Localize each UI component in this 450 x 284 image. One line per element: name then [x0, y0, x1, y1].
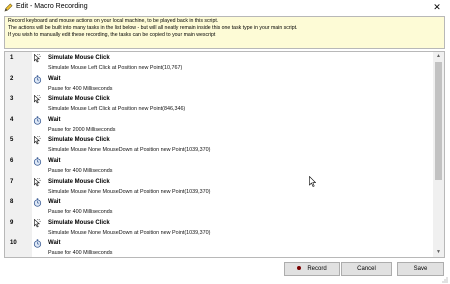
task-title: Wait: [48, 158, 61, 164]
task-title: Simulate Mouse Click: [48, 137, 110, 144]
scroll-up-arrow-icon[interactable]: ▲: [433, 52, 444, 61]
row-number: 5: [10, 137, 14, 144]
row-number: 8: [10, 199, 14, 206]
task-row[interactable]: 1 Simulate Mouse Click Simulate Mouse Left…: [5, 52, 433, 73]
info-panel: Record keyboard and mouse actions on you…: [4, 16, 445, 49]
task-row[interactable]: 6 Wait Pause for 400 Milliseconds: [5, 155, 433, 176]
task-description: Pause for 400 Milliseconds: [48, 209, 113, 216]
mouse-cursor-icon: [33, 177, 42, 187]
close-button[interactable]: ✕: [424, 0, 450, 15]
task-title: Wait: [48, 240, 61, 247]
mouse-pointer-icon: [309, 176, 316, 187]
mouse-cursor-icon: [33, 218, 42, 228]
edit-pencil-icon: [4, 3, 13, 12]
task-row[interactable]: 5 Simulate Mouse Click Simulate Mouse None…: [5, 134, 433, 155]
cancel-button[interactable]: Cancel: [341, 262, 392, 276]
stopwatch-icon: [33, 239, 42, 249]
scroll-down-arrow-icon[interactable]: ▼: [433, 248, 444, 257]
record-dot-icon: [297, 265, 302, 270]
save-button[interactable]: Save: [397, 262, 444, 276]
task-title: Wait: [48, 116, 61, 123]
stopwatch-icon: [33, 198, 42, 207]
task-title: Wait: [48, 199, 61, 206]
task-title: Simulate Mouse Click: [48, 55, 110, 61]
row-number: 1: [10, 55, 14, 61]
task-description: Simulate Mouse None MouseDown at Positio…: [48, 147, 211, 154]
row-number: 10: [10, 240, 17, 247]
mouse-cursor-icon: [33, 94, 42, 104]
task-description: Simulate Mouse None MouseDown at Positio…: [48, 229, 211, 236]
task-row[interactable]: 8 Wait Pause for 400 Milliseconds: [5, 196, 433, 217]
row-number: 9: [10, 219, 14, 226]
record-button-label: Record: [307, 266, 327, 272]
vertical-scrollbar[interactable]: ▲ ▼: [433, 52, 444, 257]
task-row[interactable]: 2 Wait Pause for 400 Milliseconds: [5, 73, 433, 94]
task-description: Simulate Mouse Left Click at Position ne…: [48, 106, 186, 113]
window-title: Edit - Macro Recording: [16, 3, 88, 10]
task-description: Pause for 400 Milliseconds: [48, 85, 113, 92]
task-description: Pause for 400 Milliseconds: [48, 250, 113, 257]
stopwatch-icon: [33, 157, 42, 166]
stopwatch-icon: [33, 74, 42, 84]
info-line: Record keyboard and mouse actions on you…: [8, 18, 219, 24]
mouse-cursor-icon: [33, 136, 42, 145]
stopwatch-icon: [33, 116, 42, 125]
row-number: 2: [10, 75, 14, 82]
task-title: Simulate Mouse Click: [48, 219, 110, 226]
task-description: Simulate Mouse Left Click at Position ne…: [48, 65, 183, 71]
row-number: 6: [10, 158, 14, 164]
resize-grip-icon[interactable]: [440, 275, 448, 283]
task-row[interactable]: 7 Simulate Mouse Click Simulate Mouse None…: [5, 176, 433, 197]
task-title: Simulate Mouse Click: [48, 178, 110, 185]
mouse-cursor-icon: [33, 53, 42, 63]
record-button[interactable]: Record: [284, 262, 340, 276]
task-title: Simulate Mouse Click: [48, 96, 110, 103]
task-title: Wait: [48, 75, 61, 82]
scrollbar-thumb[interactable]: [435, 62, 442, 180]
task-description: Simulate Mouse None MouseDown at Positio…: [48, 188, 211, 195]
task-description: Pause for 2000 Milliseconds: [48, 126, 116, 133]
info-line: If you wish to manually edit these recor…: [8, 32, 216, 39]
title-bar: Edit - Macro Recording ✕: [0, 0, 450, 15]
task-row[interactable]: 9 Simulate Mouse Click Simulate Mouse None…: [5, 217, 433, 238]
task-list[interactable]: 1 Simulate Mouse Click Simulate Mouse Left…: [4, 51, 445, 258]
task-description: Pause for 400 Milliseconds: [48, 168, 113, 174]
task-row[interactable]: 4 Wait Pause for 2000 Milliseconds: [5, 114, 433, 135]
task-row[interactable]: 3 Simulate Mouse Click Simulate Mouse Left…: [5, 93, 433, 114]
row-number: 4: [10, 116, 14, 123]
task-row[interactable]: 10 Wait Pause for 400 Milliseconds: [5, 237, 433, 257]
info-line: The actions will be built into many task…: [8, 25, 298, 32]
row-number: 7: [10, 178, 14, 185]
row-number: 3: [10, 96, 14, 103]
